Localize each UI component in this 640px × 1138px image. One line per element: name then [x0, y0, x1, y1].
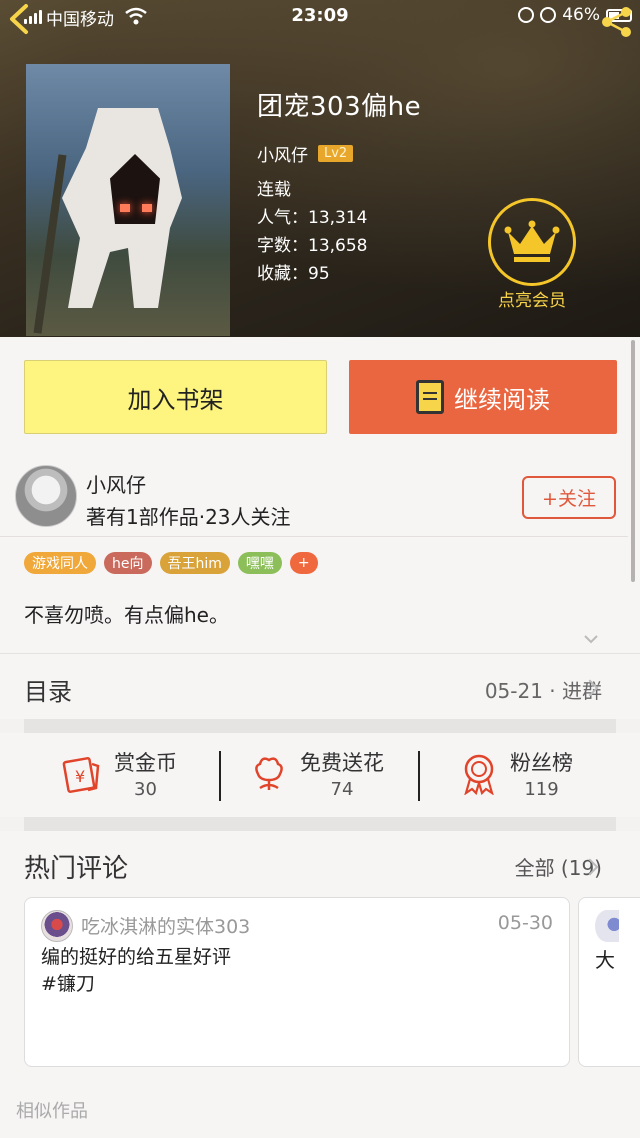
reward-coins-count: 30 [134, 779, 157, 800]
book-cover[interactable] [26, 64, 230, 336]
book-title: 团宠303偏he [257, 92, 422, 122]
hot-comments-title: 热门评论 [24, 854, 129, 884]
comment-text: 编的挺好的给五星好评 #镰刀 [41, 946, 232, 995]
book-header: 中国移动 23:09 46% 团宠303偏he 小风仔 Lv2 连载 人气：13… [0, 0, 640, 337]
tag-pill[interactable]: + [289, 552, 318, 574]
section-divider [24, 817, 616, 831]
tag-pill[interactable]: 嘿嘿 [237, 552, 282, 574]
expand-chevron-icon[interactable] [583, 631, 599, 647]
author-section: 小风仔 著有1部作品·23人关注 +关注 游戏同人 he向 吾王him 嘿嘿 + 不喜勿… [0, 453, 640, 653]
interaction-row: ¥ 赏金币 30 免费送花 74 粉丝榜 119 [0, 733, 640, 817]
comment-card[interactable]: 大 [578, 897, 640, 1067]
section-divider [24, 719, 616, 733]
catalog-label: 目录 [24, 678, 72, 706]
send-flower-button[interactable]: 免费送花 74 [250, 747, 384, 800]
fan-ranking-label: 粉丝榜 [510, 751, 573, 775]
hot-comments-section: 热门评论 全部 (19) 吃冰淇淋的实体303 05-30 编的挺好的给五星好评… [0, 831, 640, 1138]
book-word-count: 字数：13,658 [257, 236, 368, 256]
separator [219, 751, 221, 801]
send-flower-label: 免费送花 [300, 751, 384, 775]
vip-button[interactable]: 点亮会员 [488, 198, 576, 311]
add-to-shelf-button[interactable]: 加入书架 [24, 360, 327, 434]
book-status: 连载 [257, 180, 291, 200]
comment-text: 大 [595, 948, 615, 972]
medal-icon [464, 754, 494, 795]
continue-reading-button[interactable]: 继续阅读 [349, 360, 617, 434]
tag-pill[interactable]: 吾王him [159, 552, 230, 574]
follow-button[interactable]: +关注 [522, 476, 616, 519]
scrollbar[interactable] [631, 340, 635, 582]
battery-percent: 46% [562, 5, 600, 25]
share-icon[interactable] [598, 4, 634, 40]
vip-label: 点亮会员 [498, 291, 566, 311]
author-name[interactable]: 小风仔 [86, 469, 146, 498]
reward-coins-label: 赏金币 [114, 751, 177, 775]
commenter-avatar[interactable] [595, 910, 619, 942]
book-icon [416, 380, 444, 414]
book-author[interactable]: 小风仔 [257, 141, 308, 166]
divider [0, 536, 628, 537]
book-favorites: 收藏：95 [257, 264, 330, 284]
svg-text:¥: ¥ [75, 767, 85, 786]
send-flower-count: 74 [330, 779, 354, 800]
fan-ranking-count: 119 [524, 779, 559, 800]
action-bar: 加入书架 继续阅读 [0, 337, 640, 453]
author-stats: 著有1部作品·23人关注 [86, 505, 291, 529]
similar-works-title: 相似作品 [16, 1101, 88, 1122]
book-info: 团宠303偏he 小风仔 Lv2 连载 人气：13,314 字数：13,658 … [257, 86, 421, 288]
status-bar: 中国移动 23:09 46% [0, 0, 640, 34]
tag-pill[interactable]: he向 [104, 552, 152, 574]
separator [418, 751, 420, 801]
book-popularity: 人气：13,314 [257, 208, 368, 228]
author-avatar[interactable] [15, 465, 77, 527]
comment-date: 05-30 [497, 912, 553, 934]
alarm-icon [540, 7, 557, 23]
catalog-row[interactable]: 目录 05-21 · 进群 [0, 653, 640, 719]
comment-card[interactable]: 吃冰淇淋的实体303 05-30 编的挺好的给五星好评 #镰刀 [24, 897, 570, 1067]
commenter-name[interactable]: 吃冰淇淋的实体303 [81, 912, 250, 939]
tag-pill[interactable]: 游戏同人 [24, 552, 96, 574]
commenter-avatar[interactable] [41, 910, 73, 942]
book-description: 不喜勿喷。有点偏he。 [24, 603, 229, 627]
author-level-badge: Lv2 [318, 145, 354, 162]
reward-coins-button[interactable]: ¥ 赏金币 30 [62, 747, 177, 800]
coin-envelope-icon: ¥ [62, 756, 100, 793]
fan-ranking-button[interactable]: 粉丝榜 119 [460, 747, 573, 800]
flower-icon [255, 756, 283, 790]
rotation-lock-icon [518, 7, 535, 23]
crown-icon [504, 220, 560, 262]
tag-list: 游戏同人 he向 吾王him 嘿嘿 + [24, 552, 318, 574]
